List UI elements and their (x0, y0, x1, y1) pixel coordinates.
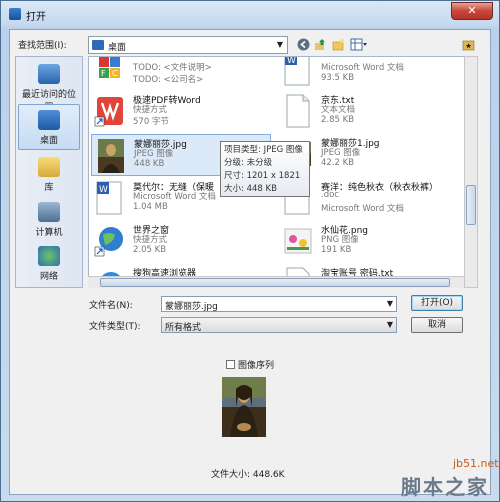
svg-text:W: W (287, 56, 296, 66)
file-item[interactable]: W Microsoft Word 文档 93.5 KB (279, 56, 459, 91)
jpeg-thumb-icon (98, 139, 124, 173)
place-recent[interactable]: 最近访问的位置 (18, 59, 80, 113)
image-sequence-checkbox[interactable]: 图像序列 (226, 358, 274, 371)
svg-text:F: F (101, 69, 106, 78)
window-title: 打开 (26, 12, 46, 23)
place-library[interactable]: 库 (18, 152, 80, 198)
place-desktop[interactable]: 桌面 (18, 104, 80, 150)
tooltip-size: 大小: 448 KB (224, 184, 277, 194)
horizontal-scrollbar[interactable] (88, 276, 464, 288)
view-menu-icon[interactable] (350, 38, 368, 51)
lookin-value: 桌面 (108, 43, 127, 53)
recent-places-icon (38, 64, 60, 84)
watermark-brand: 脚本之家 (401, 475, 489, 499)
svg-text:W: W (99, 185, 108, 195)
close-button[interactable]: ✕ (451, 2, 493, 20)
up-folder-icon[interactable] (314, 38, 327, 51)
file-tooltip: 项目类型: JPEG 图像 分级: 未分级 尺寸: 1201 x 1821 大小… (220, 141, 310, 197)
file-list: FC TODO: <文件说明> TODO: <公司名> W Microsoft … (88, 56, 474, 288)
places-bar: 最近访问的位置 桌面 库 计算机 网络 (15, 56, 83, 288)
file-item[interactable]: FC TODO: <文件说明> TODO: <公司名> (91, 57, 271, 91)
scroll-thumb[interactable] (100, 278, 450, 287)
mfc-app-icon: FC (99, 57, 120, 78)
place-label: 计算机 (35, 228, 63, 238)
chevron-down-icon: ▼ (386, 299, 393, 308)
place-network[interactable]: 网络 (18, 241, 80, 287)
computer-icon (38, 202, 60, 222)
desktop-folder-icon (92, 40, 104, 50)
file-item[interactable]: 极速PDF转Word 快捷方式 570 字节 (91, 91, 271, 133)
preview-file-size: 文件大小: 448.6K (211, 470, 285, 480)
file-item[interactable]: 京东.txt 文本文档 2.85 KB (279, 91, 459, 133)
back-icon[interactable] (297, 38, 310, 51)
filename-input[interactable]: 蒙娜丽莎.jpg ▼ (161, 296, 397, 312)
place-label: 桌面 (39, 136, 58, 146)
open-button[interactable]: 打开(O) (411, 295, 463, 311)
word-doc-icon: W (284, 56, 310, 86)
scroll-thumb[interactable] (466, 185, 476, 225)
word-doc-icon: W (96, 181, 122, 215)
png-thumb-icon (284, 228, 312, 254)
globe-shortcut-icon (94, 227, 123, 257)
chevron-down-icon: ▼ (386, 320, 393, 329)
filetype-select[interactable]: 所有格式 ▼ (161, 317, 397, 333)
app-icon (9, 8, 21, 20)
place-label: 网络 (39, 272, 58, 282)
file-item[interactable]: 世界之窗 快捷方式 2.05 KB (91, 221, 271, 263)
new-folder-icon[interactable] (332, 38, 345, 51)
checkbox-box[interactable] (226, 360, 235, 369)
tooltip-rating: 分级: 未分级 (224, 158, 273, 168)
image-preview (222, 377, 266, 437)
filetype-label: 文件类型(T): (89, 322, 141, 332)
watermark: jb51.net 脚本之家 (401, 457, 499, 501)
pdf-word-icon (94, 97, 123, 127)
svg-text:C: C (112, 69, 118, 78)
place-label: 库 (44, 183, 54, 193)
filename-label: 文件名(N): (89, 301, 133, 311)
watermark-site: jb51.net (453, 457, 499, 470)
folder-star-icon[interactable] (462, 38, 475, 51)
network-icon (38, 246, 60, 266)
desktop-icon (38, 110, 60, 130)
cancel-button[interactable]: 取消 (411, 317, 463, 333)
place-computer[interactable]: 计算机 (18, 197, 80, 243)
text-doc-icon (286, 94, 310, 128)
lookin-label: 查找范围(I): (18, 41, 67, 51)
tooltip-type: 项目类型: JPEG 图像 (224, 145, 303, 155)
chevron-down-icon: ▼ (276, 40, 283, 49)
vertical-scrollbar[interactable] (464, 56, 478, 288)
file-item[interactable]: 水仙花.png PNG 图像 191 KB (279, 221, 459, 263)
title-bar[interactable]: 打开 ✕ (1, 1, 499, 27)
tooltip-dimensions: 尺寸: 1201 x 1821 (224, 171, 301, 181)
library-icon (38, 157, 60, 177)
open-file-dialog: 打开 ✕ 查找范围(I): 桌面 ▼ 最近访问的位置 桌面 库 (0, 0, 500, 502)
lookin-dropdown[interactable]: 桌面 ▼ (88, 36, 288, 54)
